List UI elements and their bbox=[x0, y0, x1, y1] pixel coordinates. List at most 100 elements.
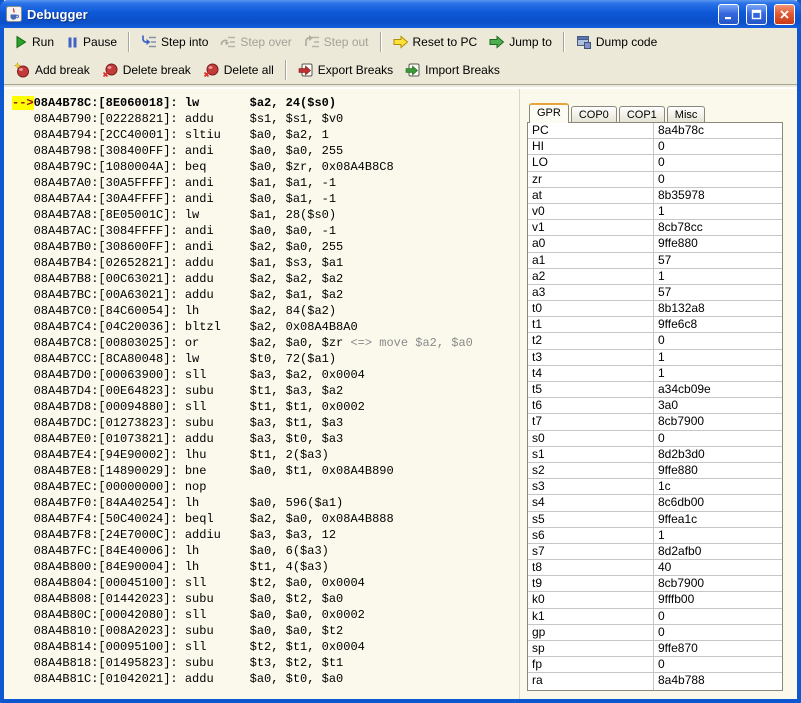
disasm-line[interactable]: 08A4B7B4:[02652821]: addu $a1, $s3, $a1 bbox=[12, 255, 519, 271]
run-button[interactable]: Run bbox=[8, 32, 60, 52]
register-value[interactable]: 8cb78cc bbox=[654, 220, 782, 235]
step-into-button[interactable]: Step into bbox=[135, 31, 214, 53]
dump-code-button[interactable]: Dump code bbox=[570, 31, 663, 53]
register-value[interactable]: 1c bbox=[654, 479, 782, 494]
delete-break-button[interactable]: Delete break bbox=[96, 59, 197, 81]
minimize-button[interactable] bbox=[718, 4, 739, 25]
register-value[interactable]: 0 bbox=[654, 139, 782, 154]
disasm-line[interactable]: 08A4B7D4:[00E64823]: subu $t1, $a3, $a2 bbox=[12, 383, 519, 399]
disassembly-panel[interactable]: -->08A4B78C:[8E060018]: lw $a2, 24($s0) … bbox=[4, 89, 520, 699]
register-value[interactable]: 0 bbox=[654, 431, 782, 446]
register-value[interactable]: 8a4b78c bbox=[654, 123, 782, 138]
register-value[interactable]: 8cb7900 bbox=[654, 576, 782, 591]
disasm-line[interactable]: 08A4B7AC:[3084FFFF]: andi $a0, $a0, -1 bbox=[12, 223, 519, 239]
register-value[interactable]: a34cb09e bbox=[654, 382, 782, 397]
register-value[interactable]: 8a4b788 bbox=[654, 673, 782, 689]
register-value[interactable]: 9ffe870 bbox=[654, 641, 782, 656]
disasm-line[interactable]: 08A4B818:[01495823]: subu $t3, $t2, $t1 bbox=[12, 655, 519, 671]
disasm-line[interactable]: 08A4B7C8:[00803025]: or $a2, $a0, $zr <=… bbox=[12, 335, 519, 351]
disasm-line[interactable]: 08A4B7E0:[01073821]: addu $a3, $t0, $a3 bbox=[12, 431, 519, 447]
register-value[interactable]: 0 bbox=[654, 172, 782, 187]
disasm-line[interactable]: 08A4B7A4:[30A4FFFF]: andi $a0, $a1, -1 bbox=[12, 191, 519, 207]
import-breaks-button[interactable]: Import Breaks bbox=[399, 59, 506, 81]
register-row: gp0 bbox=[528, 625, 782, 641]
pause-button[interactable]: Pause bbox=[60, 32, 123, 52]
disasm-line[interactable]: 08A4B7DC:[01273823]: subu $a3, $t1, $a3 bbox=[12, 415, 519, 431]
register-row: s78d2afb0 bbox=[528, 544, 782, 560]
disasm-line[interactable]: 08A4B814:[00095100]: sll $t2, $t1, 0x000… bbox=[12, 639, 519, 655]
disasm-line[interactable]: 08A4B7C4:[04C20036]: bltzl $a2, 0x08A4B8… bbox=[12, 319, 519, 335]
instruction-text: 08A4B800:[84E90004]: lh $t1, 4($a3) bbox=[34, 560, 329, 574]
disasm-line[interactable]: 08A4B7C0:[84C60054]: lh $a2, 84($a2) bbox=[12, 303, 519, 319]
disasm-line[interactable]: 08A4B7FC:[84E40006]: lh $a0, 6($a3) bbox=[12, 543, 519, 559]
register-name: t6 bbox=[528, 398, 654, 413]
disasm-line[interactable]: 08A4B7B8:[00C63021]: addu $a2, $a2, $a2 bbox=[12, 271, 519, 287]
disasm-line[interactable]: 08A4B7A8:[8E05001C]: lw $a1, 28($s0) bbox=[12, 207, 519, 223]
disasm-line[interactable]: -->08A4B78C:[8E060018]: lw $a2, 24($s0) bbox=[12, 95, 519, 111]
tab-misc[interactable]: Misc bbox=[667, 106, 706, 122]
register-value[interactable]: 1 bbox=[654, 528, 782, 543]
disasm-line[interactable]: 08A4B7F8:[24E7000C]: addiu $a3, $a3, 12 bbox=[12, 527, 519, 543]
tab-cop1[interactable]: COP1 bbox=[619, 106, 665, 122]
register-value[interactable]: 40 bbox=[654, 560, 782, 575]
disasm-line[interactable]: 08A4B7EC:[00000000]: nop bbox=[12, 479, 519, 495]
register-value[interactable]: 9fffb00 bbox=[654, 592, 782, 607]
instruction-text: 08A4B814:[00095100]: sll $t2, $t1, 0x000… bbox=[34, 640, 365, 654]
maximize-button[interactable] bbox=[746, 4, 767, 25]
register-value[interactable]: 9ffea1c bbox=[654, 512, 782, 527]
disasm-line[interactable]: 08A4B7E4:[94E90002]: lhu $t1, 2($a3) bbox=[12, 447, 519, 463]
disasm-line[interactable]: 08A4B800:[84E90004]: lh $t1, 4($a3) bbox=[12, 559, 519, 575]
disasm-line[interactable]: 08A4B7D8:[00094880]: sll $t1, $t1, 0x000… bbox=[12, 399, 519, 415]
disasm-line[interactable]: 08A4B7D0:[00063900]: sll $a3, $a2, 0x000… bbox=[12, 367, 519, 383]
register-value[interactable]: 0 bbox=[654, 625, 782, 640]
register-value[interactable]: 8b132a8 bbox=[654, 301, 782, 316]
register-value[interactable]: 1 bbox=[654, 366, 782, 381]
register-value[interactable]: 8c6db00 bbox=[654, 495, 782, 510]
register-value[interactable]: 8d2b3d0 bbox=[654, 447, 782, 462]
disasm-line[interactable]: 08A4B794:[2CC40001]: sltiu $a0, $a2, 1 bbox=[12, 127, 519, 143]
register-value[interactable]: 57 bbox=[654, 285, 782, 300]
disasm-line[interactable]: 08A4B80C:[00042080]: sll $a0, $a0, 0x000… bbox=[12, 607, 519, 623]
disasm-line[interactable]: 08A4B798:[308400FF]: andi $a0, $a0, 255 bbox=[12, 143, 519, 159]
disasm-line[interactable]: 08A4B7BC:[00A63021]: addu $a2, $a1, $a2 bbox=[12, 287, 519, 303]
delete-all-button[interactable]: Delete all bbox=[197, 59, 280, 81]
register-value[interactable]: 8b35978 bbox=[654, 188, 782, 203]
tab-gpr[interactable]: GPR bbox=[529, 103, 569, 123]
line-marker-gutter bbox=[12, 512, 34, 526]
disasm-line[interactable]: 08A4B7E8:[14890029]: bne $a0, $t1, 0x08A… bbox=[12, 463, 519, 479]
disasm-line[interactable]: 08A4B808:[01442023]: subu $a0, $t2, $a0 bbox=[12, 591, 519, 607]
register-value[interactable]: 8cb7900 bbox=[654, 414, 782, 429]
register-value[interactable]: 0 bbox=[654, 155, 782, 170]
tab-cop0[interactable]: COP0 bbox=[571, 106, 617, 122]
line-marker-gutter bbox=[12, 480, 34, 494]
register-value[interactable]: 57 bbox=[654, 253, 782, 268]
disasm-line[interactable]: 08A4B7F0:[84A40254]: lh $a0, 596($a1) bbox=[12, 495, 519, 511]
register-value[interactable]: 9ffe880 bbox=[654, 236, 782, 251]
register-value[interactable]: 9ffe880 bbox=[654, 463, 782, 478]
disasm-line[interactable]: 08A4B7F4:[50C40024]: beql $a2, $a0, 0x08… bbox=[12, 511, 519, 527]
disasm-line[interactable]: 08A4B790:[02228821]: addu $s1, $s1, $v0 bbox=[12, 111, 519, 127]
close-icon[interactable] bbox=[774, 4, 795, 25]
register-value[interactable]: 1 bbox=[654, 204, 782, 219]
register-value[interactable]: 8d2afb0 bbox=[654, 544, 782, 559]
disasm-line[interactable]: 08A4B7A0:[30A5FFFF]: andi $a1, $a1, -1 bbox=[12, 175, 519, 191]
register-value[interactable]: 9ffe6c8 bbox=[654, 317, 782, 332]
disasm-line[interactable]: 08A4B7CC:[8CA80048]: lw $t0, 72($a1) bbox=[12, 351, 519, 367]
add-break-button[interactable]: Add break bbox=[8, 59, 96, 81]
disasm-line[interactable]: 08A4B79C:[1080004A]: beq $a0, $zr, 0x08A… bbox=[12, 159, 519, 175]
disasm-line[interactable]: 08A4B81C:[01042021]: addu $a0, $t0, $a0 bbox=[12, 671, 519, 687]
line-marker-gutter bbox=[12, 560, 34, 574]
register-value[interactable]: 1 bbox=[654, 350, 782, 365]
register-value[interactable]: 3a0 bbox=[654, 398, 782, 413]
register-value[interactable]: 0 bbox=[654, 657, 782, 672]
disasm-line[interactable]: 08A4B7B0:[308600FF]: andi $a2, $a0, 255 bbox=[12, 239, 519, 255]
jump-to-button[interactable]: Jump to bbox=[483, 32, 558, 52]
register-value[interactable]: 1 bbox=[654, 269, 782, 284]
register-value[interactable]: 0 bbox=[654, 333, 782, 348]
disasm-line[interactable]: 08A4B810:[008A2023]: subu $a0, $a0, $t2 bbox=[12, 623, 519, 639]
register-value[interactable]: 0 bbox=[654, 609, 782, 624]
export-breaks-button[interactable]: Export Breaks bbox=[292, 59, 399, 81]
reset-to-pc-button[interactable]: Reset to PC bbox=[387, 32, 484, 52]
disasm-line[interactable]: 08A4B804:[00045100]: sll $t2, $a0, 0x000… bbox=[12, 575, 519, 591]
register-row: v01 bbox=[528, 204, 782, 220]
